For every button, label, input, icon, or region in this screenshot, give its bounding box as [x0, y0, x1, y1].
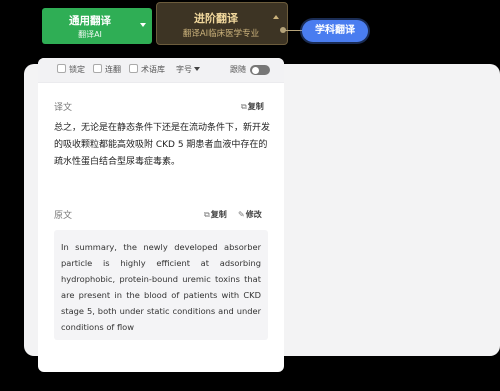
panel-toolbar: 锁定 连翻 术语库 字号 跟随	[38, 58, 284, 83]
link-translate-option[interactable]: 连翻	[93, 64, 121, 76]
connector-line	[283, 30, 303, 31]
lock-label: 锁定	[69, 65, 85, 74]
subject-translation-badge[interactable]: 学科翻译	[302, 20, 368, 42]
chevron-down-icon[interactable]	[140, 23, 146, 27]
translation-heading: 译文	[54, 103, 73, 113]
edit-icon: ✎	[238, 210, 245, 219]
checkbox-icon[interactable]	[57, 64, 66, 73]
copy-icon: ⧉	[241, 102, 247, 111]
glossary-option[interactable]: 术语库	[129, 64, 165, 76]
lock-option[interactable]: 锁定	[57, 64, 85, 76]
general-translation-subtitle: 翻译AI	[78, 30, 102, 39]
advanced-translation-subtitle: 翻译AI临床医学专业	[182, 29, 260, 39]
follow-label: 跟随	[230, 65, 246, 74]
follow-toggle[interactable]	[250, 65, 270, 75]
source-text: In summary, the newly developed absorber…	[61, 242, 261, 332]
checkbox-icon[interactable]	[129, 64, 138, 73]
copy-icon: ⧉	[204, 210, 210, 219]
toggle-knob	[252, 66, 259, 74]
copy-source-label: 复制	[210, 210, 227, 219]
edit-source-label: 修改	[245, 210, 262, 219]
copy-source-button[interactable]: ⧉复制	[204, 209, 227, 220]
translation-panel: 锁定 连翻 术语库 字号 跟随 译文 ⧉复制 总之，无论是在静态条件下还是在流动…	[38, 58, 284, 372]
copy-translation-label: 复制	[247, 102, 264, 111]
general-translation-button[interactable]: 通用翻译 翻译AI	[42, 8, 152, 44]
translation-text: 总之，无论是在静态条件下还是在流动条件下，新开发的吸收颗粒都能高效吸附 CKD …	[54, 123, 271, 167]
advanced-translation-button[interactable]: 进阶翻译 翻译AI临床医学专业	[156, 2, 288, 45]
link-translate-label: 连翻	[105, 65, 121, 74]
edit-source-button[interactable]: ✎修改	[238, 209, 262, 220]
general-translation-title: 通用翻译	[69, 15, 111, 27]
font-size-label: 字号	[176, 65, 192, 74]
source-text-box[interactable]: In summary, the newly developed absorber…	[54, 230, 268, 340]
advanced-translation-title: 进阶翻译	[194, 12, 238, 25]
source-heading: 原文	[54, 211, 73, 221]
connector-dot	[280, 27, 286, 33]
copy-translation-button[interactable]: ⧉复制	[241, 101, 264, 112]
chevron-up-icon[interactable]	[273, 15, 279, 19]
chevron-down-icon	[194, 66, 200, 71]
font-size-dropdown[interactable]: 字号	[176, 64, 200, 76]
glossary-label: 术语库	[141, 65, 165, 74]
checkbox-icon[interactable]	[93, 64, 102, 73]
